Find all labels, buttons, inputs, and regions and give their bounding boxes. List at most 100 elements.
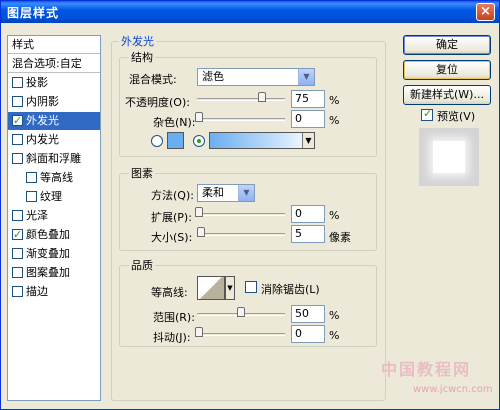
style-item[interactable]: 投影 — [8, 74, 100, 92]
method-value: 柔和 — [202, 186, 224, 199]
style-item-checkbox[interactable] — [26, 191, 37, 202]
close-button[interactable]: × — [476, 3, 495, 21]
noise-unit: % — [329, 114, 340, 127]
style-item[interactable]: 内阴影 — [8, 93, 100, 111]
style-item[interactable]: 混合选项:自定 — [8, 55, 100, 73]
size-slider-handle[interactable] — [196, 227, 205, 237]
style-item-label: 描边 — [26, 285, 48, 298]
size-input[interactable]: 5 — [291, 225, 325, 243]
style-item[interactable]: 渐变叠加 — [8, 245, 100, 263]
opacity-input[interactable]: 75 — [291, 90, 325, 108]
size-slider-track[interactable] — [197, 233, 285, 236]
style-item[interactable]: 斜面和浮雕 — [8, 150, 100, 168]
watermark-text: 中国教程网 — [381, 360, 472, 379]
method-label: 方法(Q): — [151, 189, 194, 202]
chevron-down-icon[interactable]: ▼ — [225, 276, 235, 300]
solid-color-radio[interactable] — [151, 135, 163, 147]
noise-label: 杂色(N): — [153, 116, 196, 129]
style-item[interactable]: 光泽 — [8, 207, 100, 225]
contour-preview[interactable] — [197, 276, 225, 300]
style-item-checkbox[interactable] — [12, 210, 23, 221]
opacity-label: 不透明度(O): — [125, 96, 190, 109]
style-preview-swatch — [433, 141, 465, 173]
close-icon: × — [480, 4, 491, 19]
style-item-checkbox[interactable] — [12, 286, 23, 297]
preview-checkbox[interactable]: ✓ — [421, 107, 433, 121]
jitter-label: 抖动(J): — [153, 331, 191, 344]
noise-slider-handle[interactable] — [195, 112, 203, 122]
style-item-label: 光泽 — [26, 209, 48, 222]
style-item[interactable]: 外发光 — [8, 112, 100, 130]
style-item-label: 渐变叠加 — [26, 247, 70, 260]
chevron-down-icon: ▼ — [238, 185, 254, 201]
spread-slider-track[interactable] — [197, 213, 285, 216]
checkmark-icon: ✓ — [423, 107, 433, 120]
outer-glow-title: 外发光 — [119, 33, 156, 49]
watermark-url: www.jcwcn.com — [413, 384, 493, 395]
style-item[interactable]: 内发光 — [8, 131, 100, 149]
range-unit: % — [329, 309, 340, 322]
jitter-unit: % — [329, 329, 340, 342]
style-item-label: 外发光 — [26, 114, 59, 127]
blend-mode-select[interactable]: 滤色 ▼ — [197, 68, 315, 86]
style-item-checkbox[interactable] — [12, 134, 23, 145]
layer-style-dialog: 图层样式 × 样式 混合选项:自定投影内阴影外发光内发光斜面和浮雕等高线纹理光泽… — [0, 0, 500, 410]
method-select[interactable]: 柔和 ▼ — [197, 184, 255, 202]
blend-mode-value: 滤色 — [202, 70, 224, 83]
style-item[interactable]: 描边 — [8, 283, 100, 301]
antialias-label: 消除锯齿(L) — [261, 283, 320, 296]
size-label: 大小(S): — [151, 231, 193, 244]
range-label: 范围(R): — [153, 311, 195, 324]
style-item-label: 内阴影 — [26, 95, 59, 108]
jitter-slider-handle[interactable] — [195, 327, 203, 337]
style-item-label: 混合选项:自定 — [12, 57, 82, 70]
blend-mode-label: 混合模式: — [129, 73, 177, 86]
spread-input[interactable]: 0 — [291, 205, 325, 223]
spread-label: 扩展(P): — [151, 211, 192, 224]
style-item-checkbox[interactable] — [12, 153, 23, 164]
style-item[interactable]: 颜色叠加 — [8, 226, 100, 244]
quality-title: 品质 — [129, 257, 155, 273]
style-item-label: 等高线 — [40, 171, 73, 184]
contour-label: 等高线: — [151, 286, 188, 299]
new-style-button[interactable]: 新建样式(W)... — [403, 85, 491, 105]
style-list-header[interactable]: 样式 — [8, 36, 100, 54]
style-item-checkbox[interactable] — [26, 172, 37, 183]
structure-title: 结构 — [129, 49, 155, 65]
noise-input[interactable]: 0 — [291, 110, 325, 128]
gradient-radio[interactable] — [193, 135, 205, 147]
elements-title: 图素 — [129, 165, 155, 181]
ok-button[interactable]: 确定 — [403, 35, 491, 55]
style-list: 样式 混合选项:自定投影内阴影外发光内发光斜面和浮雕等高线纹理光泽颜色叠加渐变叠… — [7, 35, 101, 401]
style-item[interactable]: 等高线 — [8, 169, 100, 187]
style-item-checkbox[interactable] — [12, 77, 23, 88]
size-unit: 像素 — [329, 231, 351, 244]
style-item-checkbox[interactable] — [12, 96, 23, 107]
style-item-label: 内发光 — [26, 133, 59, 146]
title-bar[interactable]: 图层样式 × — [1, 1, 499, 23]
glow-gradient-picker[interactable]: ▼ — [209, 132, 315, 149]
style-item-checkbox[interactable] — [12, 248, 23, 259]
style-item[interactable]: 图案叠加 — [8, 264, 100, 282]
jitter-slider-track[interactable] — [197, 333, 285, 336]
style-item-label: 纹理 — [40, 190, 62, 203]
style-item[interactable]: 纹理 — [8, 188, 100, 206]
noise-slider-track[interactable] — [197, 118, 285, 121]
antialias-checkbox[interactable] — [245, 281, 257, 293]
chevron-down-icon: ▼ — [302, 133, 314, 148]
style-item-checkbox[interactable] — [12, 267, 23, 278]
spread-slider-handle[interactable] — [195, 207, 203, 217]
jitter-input[interactable]: 0 — [291, 325, 325, 343]
glow-color-swatch[interactable] — [167, 132, 184, 149]
reset-button[interactable]: 复位 — [403, 60, 491, 80]
opacity-slider-track[interactable] — [197, 98, 285, 101]
style-item-label: 图案叠加 — [26, 266, 70, 279]
opacity-slider-handle[interactable] — [258, 92, 266, 102]
style-item-label: 颜色叠加 — [26, 228, 70, 241]
style-item-checkbox[interactable] — [12, 112, 23, 129]
range-slider-handle[interactable] — [237, 307, 245, 317]
range-input[interactable]: 50 — [291, 305, 325, 323]
opacity-unit: % — [329, 94, 340, 107]
style-item-checkbox[interactable] — [12, 226, 23, 243]
style-item-label: 斜面和浮雕 — [26, 152, 81, 165]
